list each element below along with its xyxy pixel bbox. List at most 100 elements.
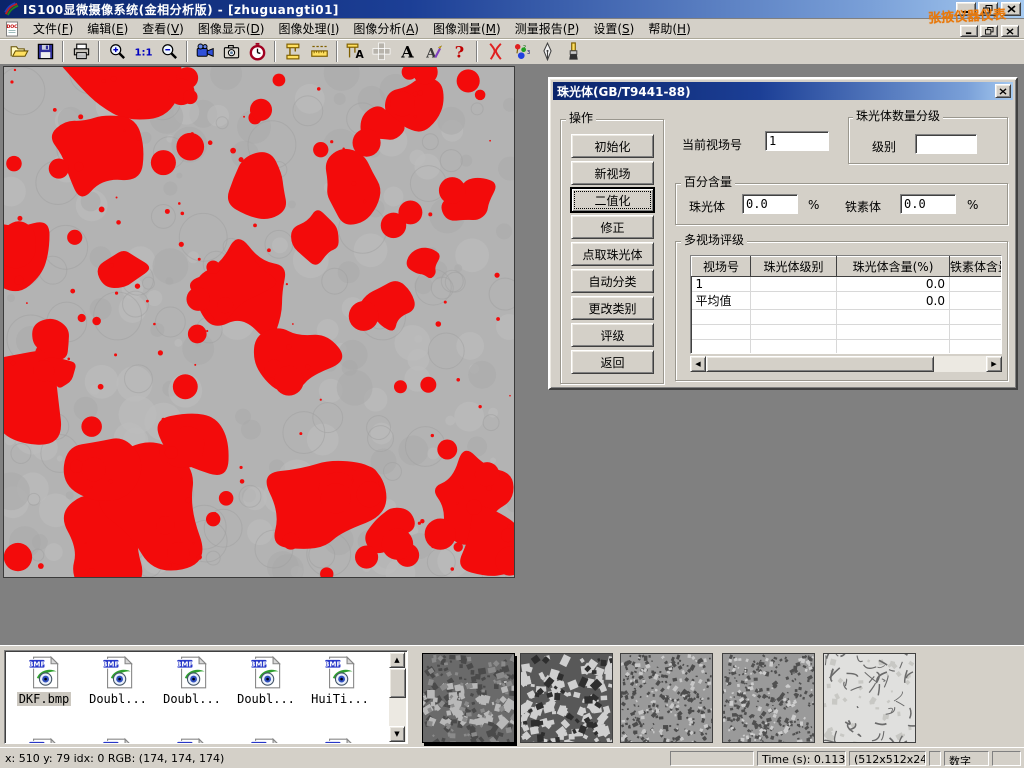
- curve-button[interactable]: [482, 40, 508, 64]
- application-window: { "window": { "title": "IS100显微摄像系统(金相分析…: [0, 0, 1024, 768]
- menu-measure-report[interactable]: 测量报告(P): [508, 18, 587, 39]
- table-col-header[interactable]: 视场号: [692, 257, 751, 277]
- actual-size-button[interactable]: 1:1: [130, 40, 156, 64]
- scroll-right-arrow[interactable]: ▶: [986, 356, 1002, 372]
- file-item[interactable]: BMPDoubl...: [229, 653, 303, 735]
- thumbnail-fine-speckled[interactable]: [620, 653, 713, 743]
- table-col-header[interactable]: 珠光体含量(%): [837, 257, 950, 277]
- table-row[interactable]: [692, 310, 1003, 325]
- markers-icon: 23: [512, 42, 531, 61]
- save-button[interactable]: [32, 40, 58, 64]
- svg-text:BMP: BMP: [324, 659, 342, 668]
- table-row[interactable]: [692, 325, 1003, 340]
- mdi-minimize-icon: [965, 27, 974, 35]
- op-button-9[interactable]: 返回: [571, 350, 654, 374]
- table-horizontal-scrollbar[interactable]: ◀ ▶: [690, 356, 1002, 372]
- menu-settings[interactable]: 设置(S): [586, 18, 641, 39]
- menu-help[interactable]: 帮助(H): [641, 18, 697, 39]
- menu-image-analysis[interactable]: 图像分析(A): [346, 18, 426, 39]
- table-row[interactable]: [692, 340, 1003, 355]
- measure-text-button[interactable]: A: [342, 40, 368, 64]
- table-row[interactable]: 10.0: [692, 277, 1003, 292]
- grade-level-input[interactable]: [915, 134, 977, 154]
- file-item[interactable]: BMPDoubl...: [155, 653, 229, 735]
- mdi-restore-button[interactable]: [980, 25, 998, 37]
- thumbnail-dark-banded[interactable]: [422, 653, 515, 743]
- specimen-image-binarized[interactable]: [3, 66, 515, 578]
- file-item[interactable]: BMP: [303, 735, 377, 743]
- file-item[interactable]: BMP: [81, 735, 155, 743]
- dialog-title-bar[interactable]: 珠光体(GB/T9441-88): [553, 82, 1013, 100]
- menu-image-measure[interactable]: 图像测量(M): [426, 18, 508, 39]
- menu-file[interactable]: 文件(F): [26, 18, 80, 39]
- restore-button[interactable]: [978, 2, 998, 16]
- table-cell: [751, 277, 837, 292]
- video-camera-button[interactable]: [192, 40, 218, 64]
- file-browser: BMPDKF.bmpBMPDoubl...BMPDoubl...BMPDoubl…: [4, 650, 408, 744]
- markers-button[interactable]: 23: [508, 40, 534, 64]
- close-button[interactable]: [1001, 2, 1021, 16]
- file-item[interactable]: BMP: [7, 735, 81, 743]
- op-button-6[interactable]: 自动分类: [571, 269, 654, 293]
- zoom-out-button[interactable]: [156, 40, 182, 64]
- menu-image-process[interactable]: 图像处理(I): [271, 18, 346, 39]
- scroll-thumb[interactable]: [706, 356, 934, 372]
- file-item[interactable]: BMPDKF.bmp: [7, 653, 81, 735]
- minimize-button[interactable]: [956, 2, 976, 16]
- scroll-down-arrow[interactable]: ▼: [389, 726, 405, 742]
- svg-text:?: ?: [454, 42, 463, 61]
- grid-button[interactable]: [368, 40, 394, 64]
- op-button-3[interactable]: 二值化: [571, 188, 654, 212]
- text-button[interactable]: A: [394, 40, 420, 64]
- file-item[interactable]: BMPHuiTi...: [303, 653, 377, 735]
- dialog-close-button[interactable]: [995, 84, 1011, 98]
- table-col-header[interactable]: 铁素体含量(%): [950, 257, 1003, 277]
- svg-text:BMP: BMP: [250, 659, 268, 668]
- scroll-up-arrow[interactable]: ▲: [389, 652, 405, 668]
- open-button[interactable]: [6, 40, 32, 64]
- svg-text:BMP: BMP: [28, 659, 46, 668]
- svg-text:A: A: [400, 42, 414, 61]
- file-scroll-thumb[interactable]: [389, 668, 406, 698]
- timer-button[interactable]: [244, 40, 270, 64]
- print-button[interactable]: [68, 40, 94, 64]
- ruler-button[interactable]: [306, 40, 332, 64]
- file-item[interactable]: BMP: [155, 735, 229, 743]
- brush-button[interactable]: [560, 40, 586, 64]
- ferrite-percent-input[interactable]: [900, 194, 956, 214]
- capture-button[interactable]: [218, 40, 244, 64]
- status-blank-2: [992, 751, 1021, 766]
- bmp-file-icon: BMP: [175, 655, 210, 690]
- field-rating-table[interactable]: 视场号珠光体级别珠光体含量(%)铁素体含量(%)10.0平均值0.0: [690, 255, 1002, 354]
- file-item[interactable]: BMPDoubl...: [81, 653, 155, 735]
- thumbnail-fine-speckled-2[interactable]: [722, 653, 815, 743]
- table-row[interactable]: 平均值0.0: [692, 292, 1003, 310]
- file-item[interactable]: BMP: [229, 735, 303, 743]
- op-button-8[interactable]: 评级: [571, 323, 654, 347]
- caliper-button[interactable]: [280, 40, 306, 64]
- op-button-7[interactable]: 更改类别: [571, 296, 654, 320]
- thumbnail-light-flakes[interactable]: [823, 653, 916, 743]
- scroll-left-arrow[interactable]: ◀: [690, 356, 706, 372]
- pearlite-percent-input[interactable]: [742, 194, 798, 214]
- help-button[interactable]: ?: [446, 40, 472, 64]
- file-list-scrollbar[interactable]: ▲ ▼: [389, 652, 406, 742]
- text-edit-button[interactable]: A: [420, 40, 446, 64]
- op-button-5[interactable]: 点取珠光体: [571, 242, 654, 266]
- op-button-4[interactable]: 修正: [571, 215, 654, 239]
- op-button-1[interactable]: 初始化: [571, 134, 654, 158]
- menu-view[interactable]: 查看(V): [135, 18, 191, 39]
- menu-image-display[interactable]: 图像显示(D): [191, 18, 272, 39]
- op-button-2[interactable]: 新视场: [571, 161, 654, 185]
- text-icon: A: [398, 42, 417, 61]
- thumbnail-coarse-patched[interactable]: [520, 653, 613, 743]
- field-rating-table-head: 视场号珠光体级别珠光体含量(%)铁素体含量(%): [692, 257, 1003, 277]
- current-field-input[interactable]: [765, 131, 829, 151]
- mdi-close-button[interactable]: [1001, 25, 1019, 37]
- window-title: IS100显微摄像系统(金相分析版) - [zhuguangti01]: [23, 1, 339, 18]
- mdi-minimize-button[interactable]: [960, 25, 978, 37]
- pen-button[interactable]: [534, 40, 560, 64]
- menu-edit[interactable]: 编辑(E): [80, 18, 135, 39]
- table-col-header[interactable]: 珠光体级别: [751, 257, 837, 277]
- zoom-in-button[interactable]: [104, 40, 130, 64]
